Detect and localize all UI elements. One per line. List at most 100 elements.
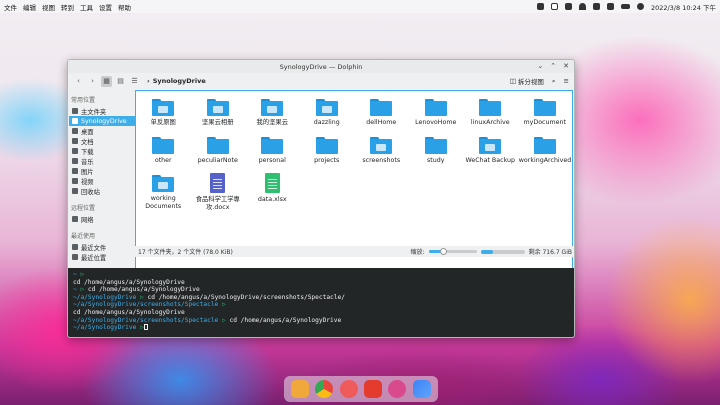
file-item[interactable]: 坚果云相册	[191, 97, 246, 135]
breadcrumb-current[interactable]: SynologyDrive	[153, 77, 206, 85]
sidebar-item-label: SynologyDrive	[81, 117, 127, 125]
icons-view-icon[interactable]: ▦	[101, 75, 112, 87]
zoom-label: 缩放:	[410, 249, 425, 256]
file-item[interactable]: linuxArchive	[463, 97, 518, 135]
sidebar-item-downloads[interactable]: 下载	[69, 146, 135, 156]
toggle-app-icon[interactable]	[339, 380, 358, 398]
sidebar-item-videos[interactable]: 视频	[69, 176, 135, 186]
menu-tools[interactable]: 工具	[80, 2, 93, 12]
file-item[interactable]: data.xlsx	[245, 173, 300, 211]
volume-icon[interactable]	[606, 3, 614, 10]
sidebar-item-pictures[interactable]: 图片	[69, 166, 135, 176]
maximize-icon[interactable]: ⌃	[550, 63, 556, 70]
file-item[interactable]: study	[409, 135, 464, 173]
file-item[interactable]: peculiarNote	[191, 135, 246, 173]
forward-icon[interactable]: ›	[87, 76, 98, 87]
back-icon[interactable]: ‹	[73, 76, 84, 87]
file-name: study	[427, 157, 445, 164]
menu-help[interactable]: 帮助	[118, 2, 131, 12]
file-item[interactable]: other	[136, 135, 191, 173]
file-item[interactable]: projects	[300, 135, 355, 173]
bluetooth-icon[interactable]	[592, 3, 600, 10]
terminal-command: cd /home/angus/a/SynologyDrive/screensho…	[143, 293, 345, 301]
terminal-prompt: ~/a/SynologyDrive	[73, 293, 141, 301]
compact-view-icon[interactable]: ▤	[115, 76, 126, 87]
terminal-line: ~/a/SynologyDrive ▷	[73, 324, 569, 332]
clock[interactable]: 2022/3/8 10:24 下午	[651, 2, 716, 12]
clipboard-icon[interactable]	[564, 3, 572, 10]
menu-view[interactable]: 视图	[42, 2, 55, 12]
sidebar-item-desktop[interactable]: 桌面	[69, 126, 135, 136]
file-item[interactable]: 单反原图	[136, 97, 191, 135]
split-view-button[interactable]: ◫ 拆分视图	[510, 76, 544, 86]
editor-icon[interactable]	[412, 380, 431, 398]
desktop-icon	[72, 128, 78, 134]
sidebar-item-home[interactable]: 主文件夹	[69, 106, 135, 116]
video-icon	[72, 178, 78, 184]
file-item[interactable]: 食品科学工学專攻.docx	[191, 173, 246, 211]
search-icon[interactable]: ⌕	[552, 77, 556, 86]
file-name: projects	[314, 157, 340, 164]
minimize-icon[interactable]: ⌄	[537, 63, 543, 70]
file-name: peculiarNote	[197, 157, 238, 164]
files-icon[interactable]	[291, 380, 310, 398]
terminal-line: ~/a/SynologyDrive/screenshots/Spectacle …	[73, 317, 569, 325]
input-method-icon[interactable]	[550, 3, 558, 10]
file-name: 坚果云相册	[202, 119, 234, 126]
folder-image-icon	[370, 137, 393, 154]
sidebar-item-trash[interactable]: 回收站	[69, 186, 135, 196]
file-item[interactable]: LenovoHome	[409, 97, 464, 135]
folder-icon	[261, 137, 284, 154]
file-item[interactable]: personal	[245, 135, 300, 173]
chrome-icon[interactable]	[315, 380, 334, 398]
folder-icon	[424, 137, 447, 154]
file-item[interactable]: dellHome	[354, 97, 409, 135]
hamburger-menu-icon[interactable]: ≡	[564, 77, 569, 85]
documents-icon	[72, 138, 78, 144]
toolbar: ‹ › ▦ ▤ ☰ › SynologyDrive ◫ 拆分视图 ⌕ ≡	[68, 73, 574, 89]
window-title: SynologyDrive — Dolphin	[279, 62, 363, 71]
title-bar[interactable]: SynologyDrive — Dolphin ⌄ ⌃ ✕	[68, 60, 574, 73]
app-tray-icon[interactable]	[536, 3, 544, 10]
close-icon[interactable]: ✕	[563, 63, 569, 70]
file-name: dellHome	[366, 119, 397, 126]
image-icon	[72, 168, 78, 174]
menu-file[interactable]: 文件	[4, 2, 17, 12]
system-tray: 2022/3/8 10:24 下午	[536, 2, 716, 12]
folder-icon	[152, 137, 175, 154]
breadcrumb[interactable]: › SynologyDrive	[147, 77, 206, 85]
sidebar-item-recent-locations[interactable]: 最近位置	[69, 252, 135, 262]
file-item[interactable]: dazzling	[300, 97, 355, 135]
download-icon	[72, 148, 78, 154]
menu-edit[interactable]: 编辑	[23, 2, 36, 12]
file-item[interactable]: WeChat Backup	[463, 135, 518, 173]
wifi-icon[interactable]	[578, 3, 586, 10]
sidebar-item-network[interactable]: 网络	[69, 214, 135, 224]
file-item[interactable]: screenshots	[354, 135, 409, 173]
menu-settings[interactable]: 设置	[99, 2, 112, 12]
sidebar-item-documents[interactable]: 文档	[69, 136, 135, 146]
zoom-slider-handle[interactable]	[439, 248, 447, 255]
file-item[interactable]: myDocument	[518, 97, 573, 135]
menu-go[interactable]: 转到	[61, 2, 74, 12]
file-item[interactable]: working Documents	[136, 173, 191, 211]
terminal-command: cd /home/angus/a/SynologyDrive	[225, 316, 342, 324]
store-icon[interactable]	[388, 380, 407, 398]
sidebar-item-music[interactable]: 音乐	[69, 156, 135, 166]
file-item[interactable]: 我的坚果云	[245, 97, 300, 135]
folder-icon	[533, 99, 556, 116]
xmind-icon[interactable]	[364, 380, 383, 398]
details-view-icon[interactable]: ☰	[129, 76, 140, 87]
battery-icon[interactable]	[620, 4, 630, 9]
file-name: myDocument	[523, 119, 566, 126]
sidebar-item-synologydrive[interactable]: SynologyDrive	[69, 116, 135, 126]
file-name: workingArchived	[518, 157, 572, 164]
terminal-prompt: ~/a/SynologyDrive/screenshots/Spectacle	[73, 316, 223, 324]
sidebar-item-label: 下载	[81, 148, 94, 156]
terminal-panel[interactable]: ~ ▷ cd /home/angus/a/SynologyDrive ~ ▷ cd…	[68, 268, 574, 337]
folder-icon	[315, 137, 338, 154]
sidebar-item-recent-files[interactable]: 最近文件	[69, 242, 135, 252]
notifications-icon[interactable]	[636, 3, 644, 10]
file-item[interactable]: workingArchived	[518, 135, 573, 173]
zoom-slider[interactable]	[428, 248, 477, 255]
